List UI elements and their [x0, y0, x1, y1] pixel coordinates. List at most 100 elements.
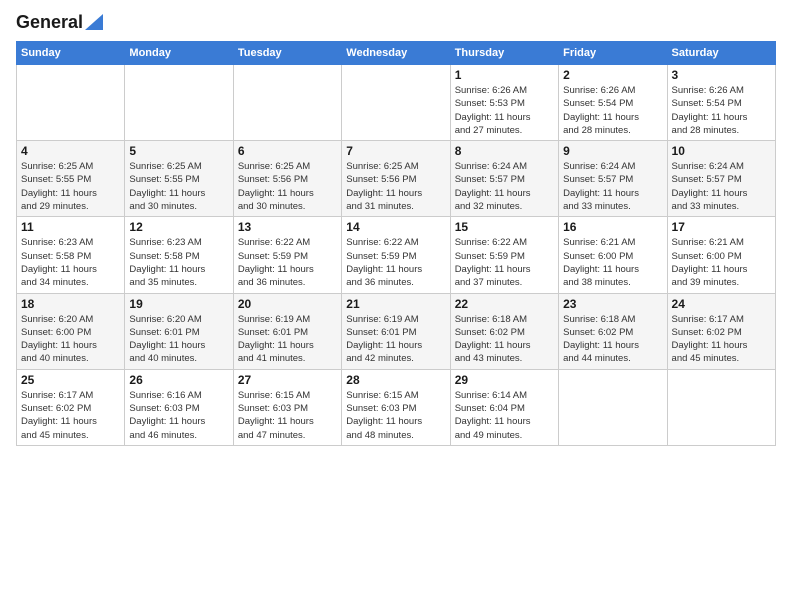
day-info: Sunrise: 6:24 AM Sunset: 5:57 PM Dayligh… — [563, 160, 662, 213]
logo-icon — [85, 14, 103, 30]
calendar-cell: 15 Sunrise: 6:22 AM Sunset: 5:59 PM Dayli… — [450, 217, 558, 293]
day-info: Sunrise: 6:16 AM Sunset: 6:03 PM Dayligh… — [129, 389, 228, 442]
day-number: 26 — [129, 373, 228, 387]
calendar-cell: 6 Sunrise: 6:25 AM Sunset: 5:56 PM Daylig… — [233, 141, 341, 217]
day-number: 8 — [455, 144, 554, 158]
day-info: Sunrise: 6:20 AM Sunset: 6:00 PM Dayligh… — [21, 313, 120, 366]
day-number: 5 — [129, 144, 228, 158]
day-info: Sunrise: 6:26 AM Sunset: 5:54 PM Dayligh… — [563, 84, 662, 137]
day-number: 15 — [455, 220, 554, 234]
day-info: Sunrise: 6:14 AM Sunset: 6:04 PM Dayligh… — [455, 389, 554, 442]
calendar-cell: 17 Sunrise: 6:21 AM Sunset: 6:00 PM Dayli… — [667, 217, 775, 293]
calendar-cell — [17, 65, 125, 141]
weekday-header: Sunday — [17, 42, 125, 65]
calendar-cell: 24 Sunrise: 6:17 AM Sunset: 6:02 PM Dayli… — [667, 293, 775, 369]
day-number: 12 — [129, 220, 228, 234]
calendar-cell: 12 Sunrise: 6:23 AM Sunset: 5:58 PM Dayli… — [125, 217, 233, 293]
day-info: Sunrise: 6:15 AM Sunset: 6:03 PM Dayligh… — [238, 389, 337, 442]
weekday-header-row: SundayMondayTuesdayWednesdayThursdayFrid… — [17, 42, 776, 65]
day-info: Sunrise: 6:25 AM Sunset: 5:56 PM Dayligh… — [346, 160, 445, 213]
calendar-cell: 7 Sunrise: 6:25 AM Sunset: 5:56 PM Daylig… — [342, 141, 450, 217]
calendar-cell — [125, 65, 233, 141]
day-number: 4 — [21, 144, 120, 158]
day-info: Sunrise: 6:18 AM Sunset: 6:02 PM Dayligh… — [455, 313, 554, 366]
day-number: 16 — [563, 220, 662, 234]
calendar-cell: 20 Sunrise: 6:19 AM Sunset: 6:01 PM Dayli… — [233, 293, 341, 369]
calendar-week-row: 4 Sunrise: 6:25 AM Sunset: 5:55 PM Daylig… — [17, 141, 776, 217]
calendar-cell: 11Sunrise: 6:23 AM Sunset: 5:58 PM Dayli… — [17, 217, 125, 293]
calendar-cell: 28Sunrise: 6:15 AM Sunset: 6:03 PM Dayli… — [342, 369, 450, 445]
day-info: Sunrise: 6:26 AM Sunset: 5:54 PM Dayligh… — [672, 84, 771, 137]
day-info: Sunrise: 6:19 AM Sunset: 6:01 PM Dayligh… — [238, 313, 337, 366]
day-number: 1 — [455, 68, 554, 82]
weekday-header: Thursday — [450, 42, 558, 65]
calendar-cell — [233, 65, 341, 141]
calendar-week-row: 18Sunrise: 6:20 AM Sunset: 6:00 PM Dayli… — [17, 293, 776, 369]
day-info: Sunrise: 6:22 AM Sunset: 5:59 PM Dayligh… — [455, 236, 554, 289]
calendar-cell: 21Sunrise: 6:19 AM Sunset: 6:01 PM Dayli… — [342, 293, 450, 369]
calendar-cell — [667, 369, 775, 445]
day-number: 20 — [238, 297, 337, 311]
day-info: Sunrise: 6:18 AM Sunset: 6:02 PM Dayligh… — [563, 313, 662, 366]
calendar-cell: 18Sunrise: 6:20 AM Sunset: 6:00 PM Dayli… — [17, 293, 125, 369]
day-number: 11 — [21, 220, 120, 234]
logo-general: General — [16, 12, 83, 33]
calendar-cell: 1 Sunrise: 6:26 AM Sunset: 5:53 PM Daylig… — [450, 65, 558, 141]
day-number: 28 — [346, 373, 445, 387]
day-number: 7 — [346, 144, 445, 158]
calendar-cell: 23 Sunrise: 6:18 AM Sunset: 6:02 PM Dayli… — [559, 293, 667, 369]
day-number: 9 — [563, 144, 662, 158]
day-info: Sunrise: 6:17 AM Sunset: 6:02 PM Dayligh… — [21, 389, 120, 442]
day-number: 19 — [129, 297, 228, 311]
calendar-cell — [559, 369, 667, 445]
day-info: Sunrise: 6:20 AM Sunset: 6:01 PM Dayligh… — [129, 313, 228, 366]
day-info: Sunrise: 6:22 AM Sunset: 5:59 PM Dayligh… — [238, 236, 337, 289]
day-info: Sunrise: 6:26 AM Sunset: 5:53 PM Dayligh… — [455, 84, 554, 137]
day-number: 13 — [238, 220, 337, 234]
weekday-header: Friday — [559, 42, 667, 65]
calendar-week-row: 1 Sunrise: 6:26 AM Sunset: 5:53 PM Daylig… — [17, 65, 776, 141]
calendar-cell: 16 Sunrise: 6:21 AM Sunset: 6:00 PM Dayli… — [559, 217, 667, 293]
calendar-cell: 9 Sunrise: 6:24 AM Sunset: 5:57 PM Daylig… — [559, 141, 667, 217]
day-number: 3 — [672, 68, 771, 82]
day-info: Sunrise: 6:24 AM Sunset: 5:57 PM Dayligh… — [672, 160, 771, 213]
calendar-cell: 2 Sunrise: 6:26 AM Sunset: 5:54 PM Daylig… — [559, 65, 667, 141]
calendar-cell: 4Sunrise: 6:25 AM Sunset: 5:55 PM Daylig… — [17, 141, 125, 217]
calendar-cell: 26 Sunrise: 6:16 AM Sunset: 6:03 PM Dayli… — [125, 369, 233, 445]
calendar-table: SundayMondayTuesdayWednesdayThursdayFrid… — [16, 41, 776, 446]
day-number: 6 — [238, 144, 337, 158]
day-number: 17 — [672, 220, 771, 234]
calendar-cell: 14 Sunrise: 6:22 AM Sunset: 5:59 PM Dayli… — [342, 217, 450, 293]
calendar-cell: 19 Sunrise: 6:20 AM Sunset: 6:01 PM Dayli… — [125, 293, 233, 369]
day-number: 22 — [455, 297, 554, 311]
calendar-cell: 27 Sunrise: 6:15 AM Sunset: 6:03 PM Dayli… — [233, 369, 341, 445]
calendar-cell: 5 Sunrise: 6:25 AM Sunset: 5:55 PM Daylig… — [125, 141, 233, 217]
day-number: 14 — [346, 220, 445, 234]
day-number: 24 — [672, 297, 771, 311]
calendar-cell: 8Sunrise: 6:24 AM Sunset: 5:57 PM Daylig… — [450, 141, 558, 217]
calendar-cell: 13 Sunrise: 6:22 AM Sunset: 5:59 PM Dayli… — [233, 217, 341, 293]
weekday-header: Wednesday — [342, 42, 450, 65]
header: General — [16, 12, 776, 33]
day-number: 10 — [672, 144, 771, 158]
day-info: Sunrise: 6:25 AM Sunset: 5:55 PM Dayligh… — [129, 160, 228, 213]
calendar-cell — [342, 65, 450, 141]
day-info: Sunrise: 6:21 AM Sunset: 6:00 PM Dayligh… — [563, 236, 662, 289]
calendar-cell: 22 Sunrise: 6:18 AM Sunset: 6:02 PM Dayli… — [450, 293, 558, 369]
day-number: 27 — [238, 373, 337, 387]
calendar-cell: 29 Sunrise: 6:14 AM Sunset: 6:04 PM Dayli… — [450, 369, 558, 445]
day-info: Sunrise: 6:22 AM Sunset: 5:59 PM Dayligh… — [346, 236, 445, 289]
day-info: Sunrise: 6:21 AM Sunset: 6:00 PM Dayligh… — [672, 236, 771, 289]
day-number: 2 — [563, 68, 662, 82]
day-info: Sunrise: 6:25 AM Sunset: 5:56 PM Dayligh… — [238, 160, 337, 213]
calendar-cell: 3 Sunrise: 6:26 AM Sunset: 5:54 PM Daylig… — [667, 65, 775, 141]
weekday-header: Saturday — [667, 42, 775, 65]
day-number: 23 — [563, 297, 662, 311]
day-info: Sunrise: 6:17 AM Sunset: 6:02 PM Dayligh… — [672, 313, 771, 366]
calendar-week-row: 11 Sunrise: 6:23 AM Sunset: 5:58 PM Dayli… — [17, 217, 776, 293]
logo: General — [16, 12, 103, 33]
calendar-week-row: 25Sunrise: 6:17 AM Sunset: 6:02 PM Dayli… — [17, 369, 776, 445]
day-number: 29 — [455, 373, 554, 387]
page: General SundayMondayTuesdayWednesdayThur… — [0, 0, 792, 612]
day-info: Sunrise: 6:23 AM Sunset: 5:58 PM Dayligh… — [129, 236, 228, 289]
